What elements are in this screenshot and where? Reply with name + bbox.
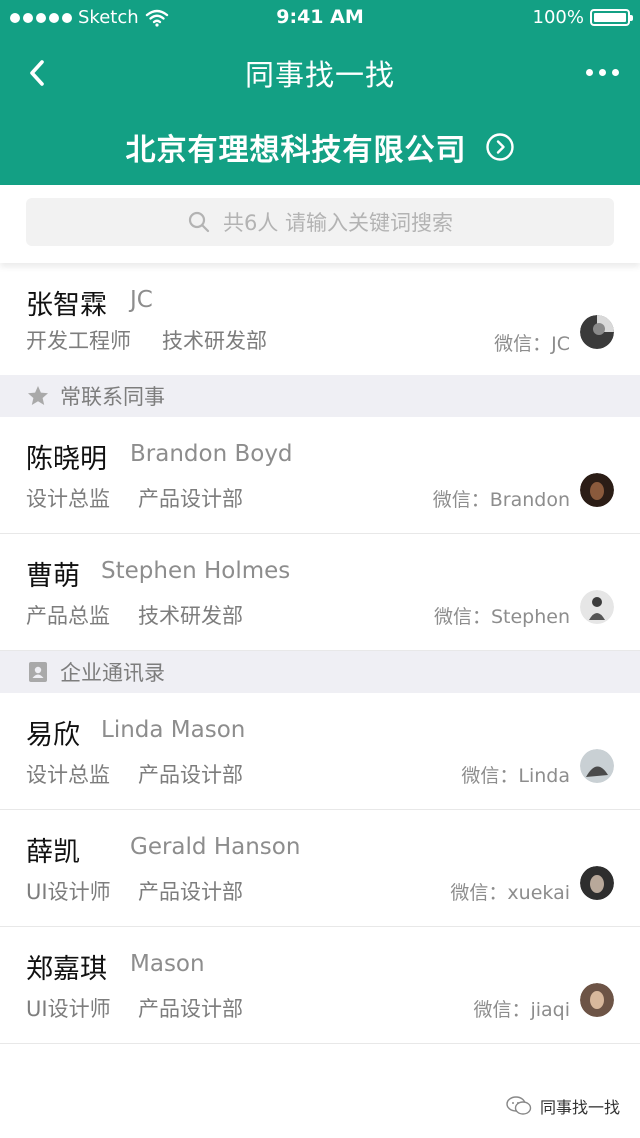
contact-name: 张智霖: [26, 290, 107, 321]
contact-name: 曹萌: [26, 561, 80, 592]
section-header-frequent: 常联系同事: [0, 375, 640, 417]
chevron-circle-right-icon: [485, 133, 514, 161]
contact-wechat: 微信：jiaqi: [473, 999, 570, 1021]
contact-row[interactable]: 易欣 Linda Mason 设计总监 产品设计部 微信：Linda: [0, 693, 640, 810]
contact-name: 薛凯: [26, 837, 80, 868]
contact-role: UI设计师: [26, 880, 111, 904]
contact-list: 张智霖 JC 开发工程师 技术研发部 微信：JC 常联系同事 陈晓明 Brand…: [0, 263, 640, 1044]
contact-department: 产品设计部: [138, 487, 243, 511]
more-options-icon[interactable]: [582, 62, 622, 82]
company-selector[interactable]: 北京有理想科技有限公司: [0, 122, 640, 172]
battery-info: 100%: [532, 7, 633, 28]
star-icon: [28, 386, 48, 405]
contact-department: 产品设计部: [138, 880, 243, 904]
contacts-book-icon: [29, 662, 47, 682]
wechat-icon: [506, 1096, 532, 1115]
contact-department: 产品设计部: [138, 997, 243, 1021]
contact-role: 设计总监: [26, 763, 110, 787]
contact-row[interactable]: 郑嘉琪 Mason UI设计师 产品设计部 微信：jiaqi: [0, 927, 640, 1044]
section-header-directory: 企业通讯录: [0, 651, 640, 693]
search-placeholder: 共6人 请输入关键词搜索: [222, 211, 454, 235]
status-bar: Sketch 9:41 AM 100%: [0, 0, 640, 36]
contact-role: 设计总监: [26, 487, 110, 511]
app-header: Sketch 9:41 AM 100% 同事找一找 北京有理想科技有限公司: [0, 0, 640, 185]
contact-row[interactable]: 薛凯 Gerald Hanson UI设计师 产品设计部 微信：xuekai: [0, 810, 640, 927]
contact-wechat: 微信：Brandon: [432, 489, 570, 511]
contact-english-name: Linda Mason: [101, 717, 246, 743]
footer-watermark: 同事找一找: [506, 1094, 620, 1118]
contact-name: 陈晓明: [26, 444, 107, 475]
company-name: 北京有理想科技有限公司: [125, 133, 467, 168]
contact-english-name: JC: [130, 287, 153, 313]
contact-wechat: 微信：Linda: [461, 765, 570, 787]
contact-department: 技术研发部: [138, 604, 243, 628]
contact-role: 产品总监: [26, 604, 110, 628]
contact-english-name: Brandon Boyd: [130, 441, 293, 467]
contact-department: 产品设计部: [138, 763, 243, 787]
section-label: 企业通讯录: [60, 661, 165, 685]
avatar: [580, 983, 614, 1017]
avatar: [580, 590, 614, 624]
battery-icon: [590, 9, 633, 26]
battery-percent: 100%: [532, 7, 584, 28]
contact-wechat: 微信：Stephen: [433, 606, 570, 628]
page-title: 同事找一找: [244, 58, 395, 92]
avatar: [580, 749, 614, 783]
contact-name: 易欣: [26, 720, 80, 751]
avatar: [580, 473, 614, 507]
contact-english-name: Gerald Hanson: [130, 834, 301, 860]
contact-wechat: 微信：JC: [494, 333, 570, 355]
search-input[interactable]: 共6人 请输入关键词搜索: [26, 198, 614, 246]
footer-label: 同事找一找: [539, 1098, 620, 1117]
avatar: [580, 866, 614, 900]
section-label: 常联系同事: [60, 385, 165, 409]
my-profile-row[interactable]: 张智霖 JC 开发工程师 技术研发部 微信：JC: [0, 263, 640, 375]
avatar: [580, 315, 614, 349]
contact-role: UI设计师: [26, 997, 111, 1021]
contact-english-name: Stephen Holmes: [101, 558, 291, 584]
contact-english-name: Mason: [130, 951, 205, 977]
contact-row[interactable]: 曹萌 Stephen Holmes 产品总监 技术研发部 微信：Stephen: [0, 534, 640, 651]
contact-wechat: 微信：xuekai: [450, 882, 570, 904]
contact-department: 技术研发部: [162, 329, 267, 353]
search-bar: 共6人 请输入关键词搜索: [0, 185, 640, 263]
contact-role: 开发工程师: [26, 329, 131, 353]
nav-bar: 同事找一找: [0, 40, 640, 104]
contact-name: 郑嘉琪: [26, 954, 107, 985]
search-icon: [188, 211, 210, 233]
contact-row[interactable]: 陈晓明 Brandon Boyd 设计总监 产品设计部 微信：Brandon: [0, 417, 640, 534]
